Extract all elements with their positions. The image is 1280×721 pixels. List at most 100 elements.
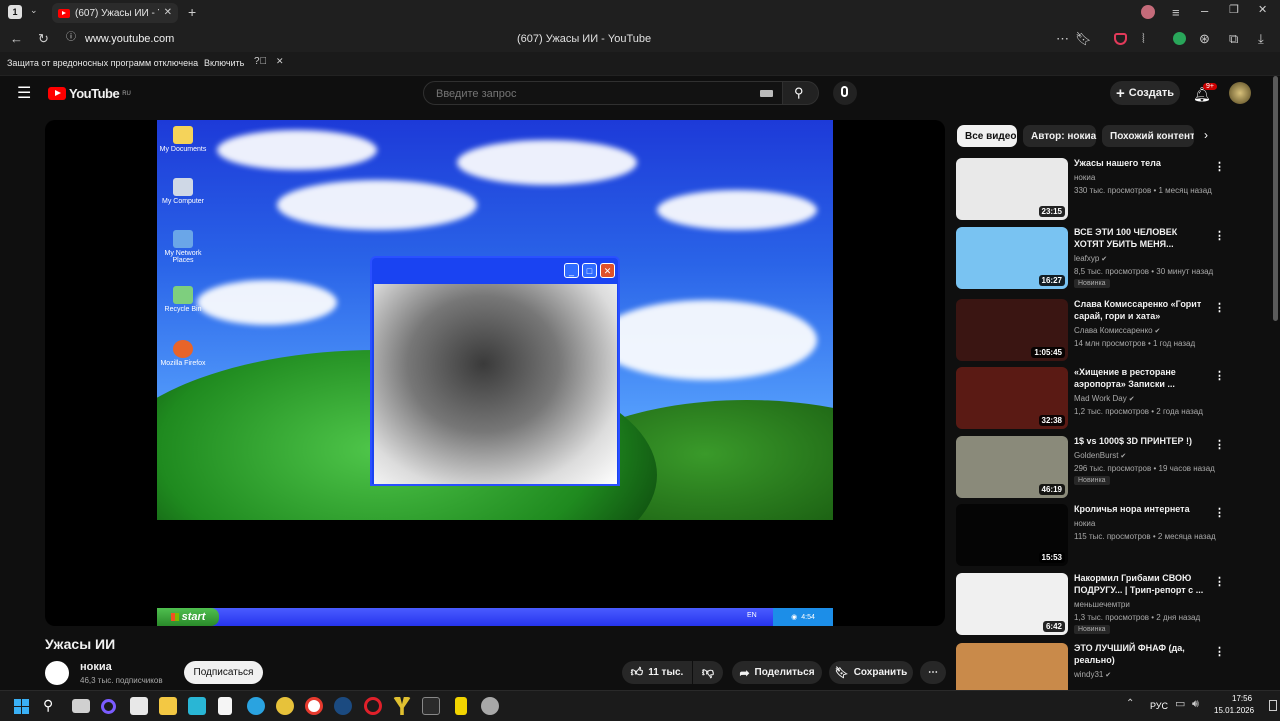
new-tab-icon[interactable]: + <box>188 5 196 19</box>
recommendation-card[interactable]: 16:27 ВСЕ ЭТИ 100 ЧЕЛОВЕК ХОТЯТ УБИТЬ МЕН… <box>956 227 1226 291</box>
video-thumbnail[interactable]: 6:42 <box>956 573 1068 635</box>
notepad-icon[interactable] <box>218 697 232 715</box>
youtube-logo[interactable]: YouTube RU <box>48 86 131 101</box>
tray-chevron-icon[interactable]: ⌃ <box>1126 699 1134 709</box>
more-options-icon[interactable]: ⋮ <box>1214 506 1225 519</box>
file-explorer-icon[interactable] <box>159 697 177 715</box>
keyboard-icon[interactable] <box>760 90 773 97</box>
input-language[interactable]: РУС <box>1150 701 1168 711</box>
extension-green-icon[interactable] <box>1173 32 1186 45</box>
recommendation-card[interactable]: 6:42 Накормил Грибами СВОЮ ПОДРУГУ... | Т… <box>956 573 1226 637</box>
recommendation-card[interactable]: 46:19 1$ vs 1000$ 3D ПРИНТЕР !) GoldenBurs… <box>956 436 1226 500</box>
more-options-icon[interactable]: ⋮ <box>1214 301 1225 314</box>
recommendation-title[interactable]: ЭТО ЛУЧШИЙ ФНАФ (да, реально) <box>1074 642 1206 666</box>
reload-icon[interactable]: ↻ <box>38 32 49 45</box>
windows-start-icon[interactable] <box>14 699 29 714</box>
save-button[interactable]: 🔖︎ Сохранить <box>829 661 913 684</box>
video-thumbnail[interactable]: 32:38 <box>956 367 1068 429</box>
downloads-icon[interactable]: ⊛ <box>1199 32 1210 45</box>
account-avatar[interactable] <box>1229 82 1251 104</box>
opera-icon[interactable] <box>364 697 382 715</box>
channel-name[interactable]: нокиа <box>80 661 112 673</box>
more-options-icon[interactable]: ⋮ <box>1214 438 1225 451</box>
tabs-dropdown-icon[interactable]: ⌄ <box>30 6 38 15</box>
recommendation-channel[interactable]: leafxyp ✔ <box>1074 252 1224 266</box>
app-sun-icon[interactable] <box>276 697 294 715</box>
tab-active[interactable]: (607) Ужасы ИИ - YouTu ✕ <box>52 3 178 23</box>
infobar-enable-button[interactable]: Включить <box>204 58 244 68</box>
chip-related[interactable]: Похожий контент <box>1102 125 1194 147</box>
clock-date[interactable]: 15.01.2026 <box>1214 706 1254 715</box>
notifications-button[interactable]: 🔔︎ 9+ <box>1192 83 1217 105</box>
profile-badge[interactable]: 1 <box>8 5 22 19</box>
more-options-icon[interactable]: ⋮ <box>1214 160 1225 173</box>
volume-icon[interactable]: 🔊︎ <box>1192 699 1199 710</box>
page-scrollbar[interactable] <box>1271 76 1279 326</box>
recommendation-card[interactable]: 1:05:45 Слава Комиссаренко «Горит сарай, … <box>956 299 1226 363</box>
recommendation-title[interactable]: ВСЕ ЭТИ 100 ЧЕЛОВЕК ХОТЯТ УБИТЬ МЕНЯ... <box>1074 226 1206 250</box>
search-box[interactable] <box>423 81 783 105</box>
video-thumbnail[interactable]: 16:27 <box>956 227 1068 289</box>
steam-icon[interactable] <box>334 697 352 715</box>
share-button[interactable]: ➦ Поделиться <box>732 661 822 684</box>
recommendation-title[interactable]: «Хищение в ресторане аэропорта» Записки … <box>1074 366 1206 390</box>
chip-all-videos[interactable]: Все видео <box>957 125 1017 147</box>
video-thumbnail[interactable]: 15:53 <box>956 504 1068 566</box>
recommendation-card[interactable]: 32:38 «Хищение в ресторане аэропорта» Зап… <box>956 367 1226 431</box>
bookmark-icon[interactable]: 🔖︎ <box>1075 32 1092 45</box>
video-player[interactable]: My Documents My Computer My Network Plac… <box>45 120 945 626</box>
back-icon[interactable]: ← <box>10 32 23 45</box>
yandex-music-icon[interactable] <box>393 697 411 715</box>
settings-gear-icon[interactable] <box>481 697 499 715</box>
network-icon[interactable]: ▭ <box>1175 699 1185 710</box>
infobar-close-icon[interactable]: ✕ <box>276 57 284 66</box>
cortana-icon[interactable] <box>101 699 116 714</box>
notification-center-icon[interactable] <box>1269 700 1277 711</box>
url-field[interactable]: www.youtube.com <box>85 33 174 45</box>
download-arrow-icon[interactable]: ⤓ <box>1258 32 1264 45</box>
more-options-icon[interactable]: ⋮ <box>1214 369 1225 382</box>
more-options-icon[interactable]: ⋮ <box>1214 575 1225 588</box>
recommendation-title[interactable]: Кроличья нора интернета <box>1074 503 1206 515</box>
recommendation-channel[interactable]: нокиа <box>1074 171 1224 184</box>
search-button[interactable]: ⚲ <box>783 81 819 105</box>
more-actions-button[interactable]: ⋯ <box>920 661 946 684</box>
close-tab-icon[interactable]: ✕ <box>164 8 172 18</box>
recommendation-title[interactable]: Слава Комиссаренко «Горит сарай, гори и … <box>1074 298 1206 322</box>
recommendation-channel[interactable]: нокиа <box>1074 517 1224 530</box>
channel-avatar[interactable] <box>45 661 69 685</box>
recommendation-channel[interactable]: GoldenBurst ✔ <box>1074 449 1224 463</box>
clock-time[interactable]: 17:56 <box>1232 694 1252 703</box>
more-options-icon[interactable]: ⋮ <box>1214 645 1225 658</box>
terminal-icon[interactable] <box>422 697 440 715</box>
recommendation-title[interactable]: Ужасы нашего тела <box>1074 157 1206 169</box>
task-view-icon[interactable] <box>72 699 90 713</box>
close-window-icon[interactable]: ✕ <box>1258 5 1267 16</box>
taskbar-search-icon[interactable]: ⚲ <box>43 698 53 712</box>
snipping-tool-icon[interactable] <box>130 697 148 715</box>
restore-icon[interactable]: ❐ <box>1229 5 1239 16</box>
app-teal-icon[interactable] <box>188 697 206 715</box>
chip-by-author[interactable]: Автор: нокиа <box>1023 125 1096 147</box>
recommendation-title[interactable]: Накормил Грибами СВОЮ ПОДРУГУ... | Трип-… <box>1074 572 1206 596</box>
voice-search-button[interactable] <box>833 81 857 105</box>
scrollbar-thumb[interactable] <box>1273 76 1278 321</box>
more-icon[interactable]: ⋯ <box>1056 32 1069 45</box>
recommendation-channel[interactable]: Слава Комиссаренко ✔ <box>1074 324 1224 338</box>
dislike-button[interactable]: 👎︎ <box>693 661 723 684</box>
video-thumbnail[interactable]: 46:19 <box>956 436 1068 498</box>
help-icon[interactable]: ?⃝ <box>254 57 267 67</box>
yandex-browser-icon[interactable] <box>305 697 323 715</box>
recommendation-channel[interactable]: Mad Work Day ✔ <box>1074 392 1224 406</box>
chips-next-icon[interactable]: › <box>1204 129 1208 141</box>
search-input[interactable] <box>434 86 748 102</box>
telegram-icon[interactable] <box>247 697 265 715</box>
hamburger-menu-icon[interactable]: ☰ <box>17 86 31 102</box>
minimize-icon[interactable]: – <box>1201 4 1208 17</box>
menu-icon[interactable]: ≡ <box>1172 6 1180 19</box>
extensions-icon[interactable]: ⧉ <box>1229 32 1238 45</box>
profile-avatar-icon[interactable] <box>1141 5 1155 19</box>
app-yellow-icon[interactable] <box>455 697 467 715</box>
create-button[interactable]: + Создать <box>1110 81 1180 105</box>
recommendation-card[interactable]: 23:15 Ужасы нашего тела нокиа 330 тыс. прос… <box>956 158 1226 222</box>
